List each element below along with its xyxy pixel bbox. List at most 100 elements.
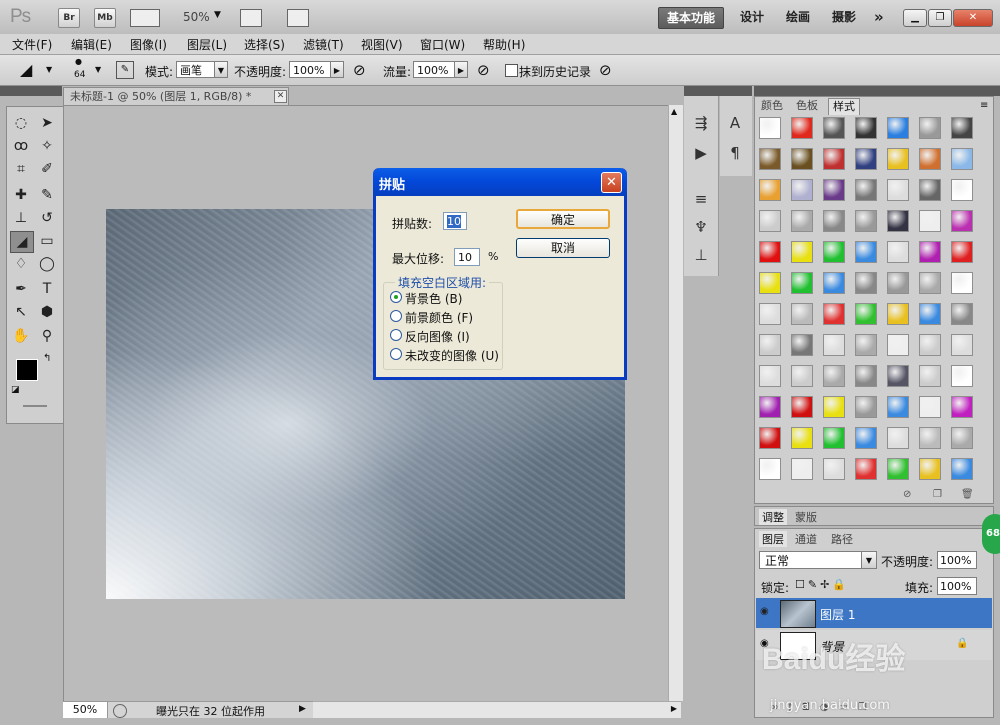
path-selection-tool-icon[interactable]: ↖ bbox=[10, 302, 32, 322]
status-menu-icon[interactable]: ▶ bbox=[299, 704, 306, 714]
opacity-input[interactable]: 100% bbox=[289, 61, 331, 78]
tab-layers[interactable]: 图层 bbox=[759, 531, 787, 547]
style-swatch[interactable] bbox=[791, 179, 813, 201]
eraser-tool-icon[interactable]: ◢ bbox=[10, 231, 34, 253]
visibility-eye-icon[interactable]: ◉ bbox=[760, 606, 769, 617]
option-foreground-color[interactable]: 前景颜色 (F) bbox=[405, 309, 473, 326]
tablet-pressure-icon[interactable]: ⊘ bbox=[353, 61, 366, 79]
quick-selection-tool-icon[interactable]: ✧ bbox=[36, 136, 58, 156]
style-swatch[interactable] bbox=[791, 303, 813, 325]
style-swatch[interactable] bbox=[951, 148, 973, 170]
style-swatch[interactable] bbox=[951, 334, 973, 356]
tiles-input[interactable]: 10 bbox=[443, 212, 467, 230]
style-swatch[interactable] bbox=[919, 334, 941, 356]
blend-dropdown-icon[interactable]: ▼ bbox=[861, 551, 877, 569]
radio-inverse-image[interactable] bbox=[390, 329, 402, 341]
style-swatch[interactable] bbox=[759, 303, 781, 325]
style-swatch[interactable] bbox=[919, 148, 941, 170]
offset-input[interactable]: 10 bbox=[454, 248, 480, 266]
style-swatch[interactable] bbox=[855, 241, 877, 263]
option-unaltered-image[interactable]: 未改变的图像 (U) bbox=[405, 347, 499, 364]
lasso-tool-icon[interactable]: ꝏ bbox=[10, 136, 32, 156]
style-swatch[interactable] bbox=[919, 117, 941, 139]
style-swatch[interactable] bbox=[791, 117, 813, 139]
scroll-up-icon[interactable]: ▲ bbox=[671, 107, 677, 116]
actions-panel-icon[interactable]: ▶ bbox=[690, 142, 712, 164]
style-swatch[interactable] bbox=[919, 179, 941, 201]
brush-presets-icon[interactable]: ≡ bbox=[690, 188, 712, 210]
style-swatch[interactable] bbox=[855, 272, 877, 294]
healing-brush-tool-icon[interactable]: ✚ bbox=[10, 185, 32, 205]
style-swatch[interactable] bbox=[887, 334, 909, 356]
style-swatch[interactable] bbox=[823, 365, 845, 387]
tab-adjustments[interactable]: 调整 bbox=[759, 509, 787, 525]
style-swatch[interactable] bbox=[887, 272, 909, 294]
style-swatch[interactable] bbox=[951, 396, 973, 418]
dialog-titlebar[interactable] bbox=[373, 168, 627, 196]
tab-paths[interactable]: 路径 bbox=[831, 531, 853, 547]
style-swatch[interactable] bbox=[919, 427, 941, 449]
radio-foreground-color[interactable] bbox=[390, 310, 402, 322]
option-inverse-image[interactable]: 反向图像 (I) bbox=[405, 328, 470, 345]
history-checkbox[interactable] bbox=[505, 64, 518, 77]
style-swatch[interactable] bbox=[951, 365, 973, 387]
style-swatch[interactable] bbox=[887, 303, 909, 325]
style-swatch[interactable] bbox=[855, 458, 877, 480]
style-swatch[interactable] bbox=[855, 396, 877, 418]
blur-tool-icon[interactable]: ♢ bbox=[10, 254, 32, 274]
style-swatch[interactable] bbox=[759, 365, 781, 387]
cancel-button[interactable]: 取消 bbox=[516, 238, 610, 258]
style-swatch[interactable] bbox=[887, 117, 909, 139]
style-swatch[interactable] bbox=[887, 427, 909, 449]
restore-icon[interactable]: ❐ bbox=[928, 9, 952, 27]
style-swatch[interactable] bbox=[791, 241, 813, 263]
mode-select[interactable]: 画笔 bbox=[176, 61, 216, 78]
style-swatch[interactable] bbox=[887, 396, 909, 418]
style-swatch[interactable] bbox=[823, 117, 845, 139]
brush-dropdown-icon[interactable]: ▼ bbox=[95, 65, 101, 74]
style-swatch[interactable] bbox=[855, 210, 877, 232]
style-swatch[interactable] bbox=[759, 396, 781, 418]
style-swatch[interactable] bbox=[823, 458, 845, 480]
style-swatch[interactable] bbox=[919, 303, 941, 325]
style-swatch[interactable] bbox=[759, 117, 781, 139]
style-swatch[interactable] bbox=[951, 427, 973, 449]
style-swatch[interactable] bbox=[759, 272, 781, 294]
preset-dropdown-icon[interactable]: ▼ bbox=[46, 65, 52, 74]
shape-tool-icon[interactable]: ⬢ bbox=[36, 302, 58, 322]
style-swatch[interactable] bbox=[887, 241, 909, 263]
workspace-photography[interactable]: 摄影 bbox=[824, 7, 864, 27]
layer-opacity-input[interactable]: 100% bbox=[937, 551, 977, 569]
marquee-tool-icon[interactable]: ◌ bbox=[10, 113, 32, 133]
style-swatch[interactable] bbox=[759, 427, 781, 449]
style-swatch[interactable] bbox=[855, 148, 877, 170]
workspace-design[interactable]: 设计 bbox=[732, 7, 772, 27]
style-swatch[interactable] bbox=[951, 210, 973, 232]
tab-styles[interactable]: 样式 bbox=[828, 98, 860, 115]
tab-masks[interactable]: 蒙版 bbox=[795, 509, 817, 525]
clone-source-icon[interactable]: ♆ bbox=[690, 216, 712, 238]
bridge-button[interactable]: Br bbox=[58, 8, 80, 28]
dodge-tool-icon[interactable]: ◯ bbox=[36, 254, 58, 274]
type-tool-icon[interactable]: T bbox=[36, 279, 58, 299]
style-swatch[interactable] bbox=[759, 458, 781, 480]
status-info-icon[interactable] bbox=[113, 704, 127, 718]
quick-mask-icon[interactable] bbox=[23, 405, 47, 407]
screen-mode-button[interactable] bbox=[287, 9, 309, 27]
lock-icons[interactable]: ☐✎✢🔒 bbox=[795, 578, 849, 591]
style-swatch[interactable] bbox=[791, 396, 813, 418]
horizontal-scrollbar[interactable]: ▶ bbox=[313, 701, 681, 718]
style-swatch[interactable] bbox=[823, 427, 845, 449]
layer-name[interactable]: 图层 1 bbox=[820, 606, 855, 623]
scroll-right-icon[interactable]: ▶ bbox=[671, 704, 677, 713]
menu-image[interactable]: 图像(I) bbox=[130, 36, 167, 53]
opacity-slider-icon[interactable]: ▶ bbox=[330, 61, 344, 78]
view-extras-button[interactable] bbox=[130, 9, 160, 27]
style-swatch[interactable] bbox=[919, 365, 941, 387]
style-swatch[interactable] bbox=[855, 427, 877, 449]
style-swatch[interactable] bbox=[855, 117, 877, 139]
style-swatch[interactable] bbox=[887, 458, 909, 480]
foreground-color-swatch[interactable] bbox=[16, 359, 38, 381]
style-swatch[interactable] bbox=[791, 148, 813, 170]
style-swatch[interactable] bbox=[951, 179, 973, 201]
